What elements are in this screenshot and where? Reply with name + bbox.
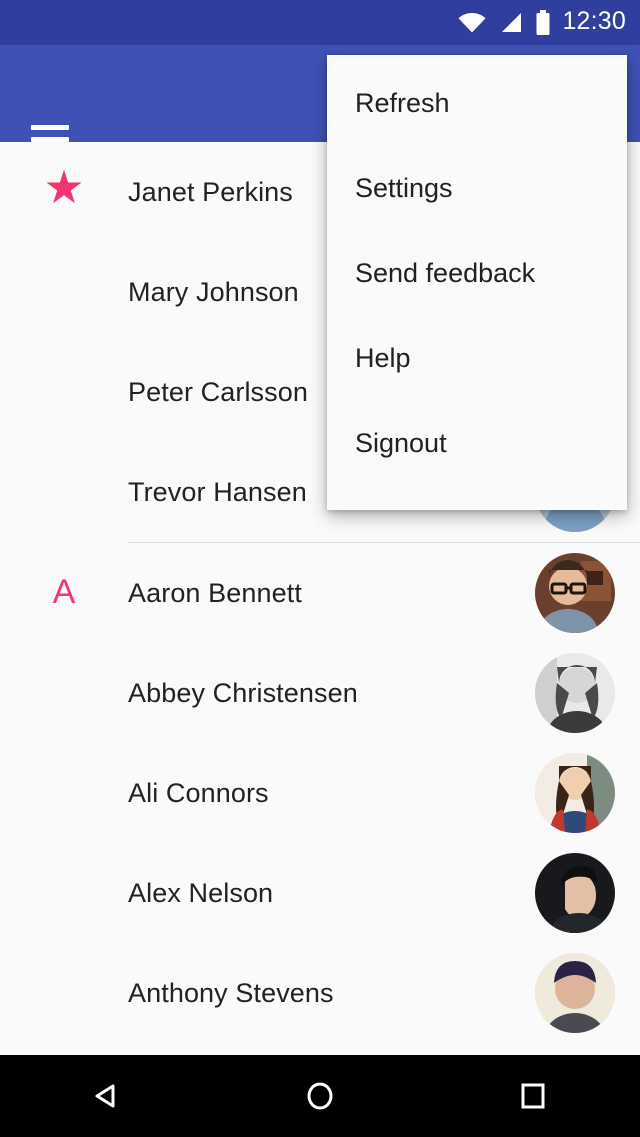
status-bar: 12:30: [0, 0, 640, 45]
contact-name: Mary Johnson: [128, 276, 299, 307]
menu-item-help[interactable]: Help: [327, 316, 627, 401]
contact-row[interactable]: Anthony Stevens: [0, 943, 640, 1043]
hamburger-line: [31, 125, 69, 130]
avatar-alex-nelson[interactable]: [535, 853, 615, 933]
contact-row[interactable]: Ali Connors: [0, 743, 640, 843]
cellular-signal-icon: [502, 12, 522, 32]
avatar-abbey-christensen[interactable]: [535, 653, 615, 733]
menu-item-signout[interactable]: Signout: [327, 401, 627, 486]
circle-icon: [307, 1082, 333, 1110]
contact-name: Alex Nelson: [128, 877, 274, 908]
contact-row[interactable]: Aaron Bennett: [0, 543, 640, 643]
status-bar-clock: 12:30: [562, 7, 626, 35]
menu-item-refresh[interactable]: Refresh: [327, 61, 627, 146]
contact-name: Ali Connors: [128, 777, 269, 808]
back-button[interactable]: [0, 1078, 213, 1114]
contact-name: Abbey Christensen: [128, 677, 358, 708]
recents-button[interactable]: [427, 1078, 640, 1114]
triangle-left-icon: [95, 1084, 115, 1108]
contact-name: Peter Carlsson: [128, 376, 308, 407]
contact-name: Trevor Hansen: [128, 476, 307, 507]
home-button[interactable]: [213, 1078, 426, 1114]
contact-section-a: A Aaron Bennett Abbey Christensen Ali Co…: [0, 543, 640, 1043]
menu-item-settings[interactable]: Settings: [327, 146, 627, 231]
menu-item-send-feedback[interactable]: Send feedback: [327, 231, 627, 316]
battery-icon: [536, 9, 550, 35]
overflow-menu[interactable]: Refresh Settings Send feedback Help Sign…: [327, 55, 627, 510]
android-phone-screen: 12:30 ★ Janet Perkins Mary Johnson Peter…: [0, 0, 640, 1137]
avatar-ali-connors[interactable]: [535, 753, 615, 833]
square-icon: [521, 1083, 545, 1109]
avatar-aaron-bennett[interactable]: [535, 553, 615, 633]
contact-name: Anthony Stevens: [128, 977, 334, 1008]
avatar-anthony-stevens[interactable]: [535, 953, 615, 1033]
contact-row[interactable]: Abbey Christensen: [0, 643, 640, 743]
contact-name: Aaron Bennett: [128, 577, 302, 608]
wifi-icon: [458, 12, 486, 32]
system-navigation-bar: [0, 1055, 640, 1137]
contact-name: Janet Perkins: [128, 176, 293, 207]
contact-row[interactable]: Alex Nelson: [0, 843, 640, 943]
